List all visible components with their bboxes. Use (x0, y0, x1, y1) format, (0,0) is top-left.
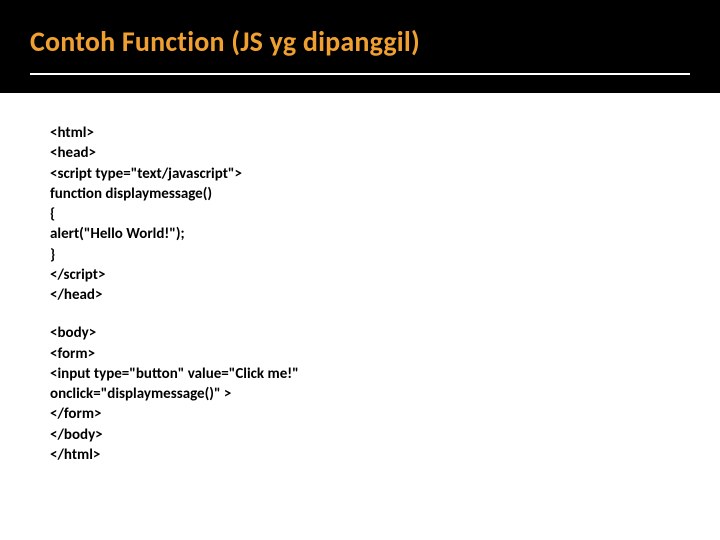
code-block-2: <body> <form> <input type="button" value… (50, 323, 670, 465)
slide-header: Contoh Function (JS yg dipanggil) (0, 0, 720, 93)
code-gap (50, 305, 670, 323)
slide-title: Contoh Function (JS yg dipanggil) (30, 24, 690, 59)
slide-content: <html> <head> <script type="text/javascr… (0, 93, 720, 495)
title-underline (30, 73, 690, 75)
code-block-1: <html> <head> <script type="text/javascr… (50, 123, 670, 305)
